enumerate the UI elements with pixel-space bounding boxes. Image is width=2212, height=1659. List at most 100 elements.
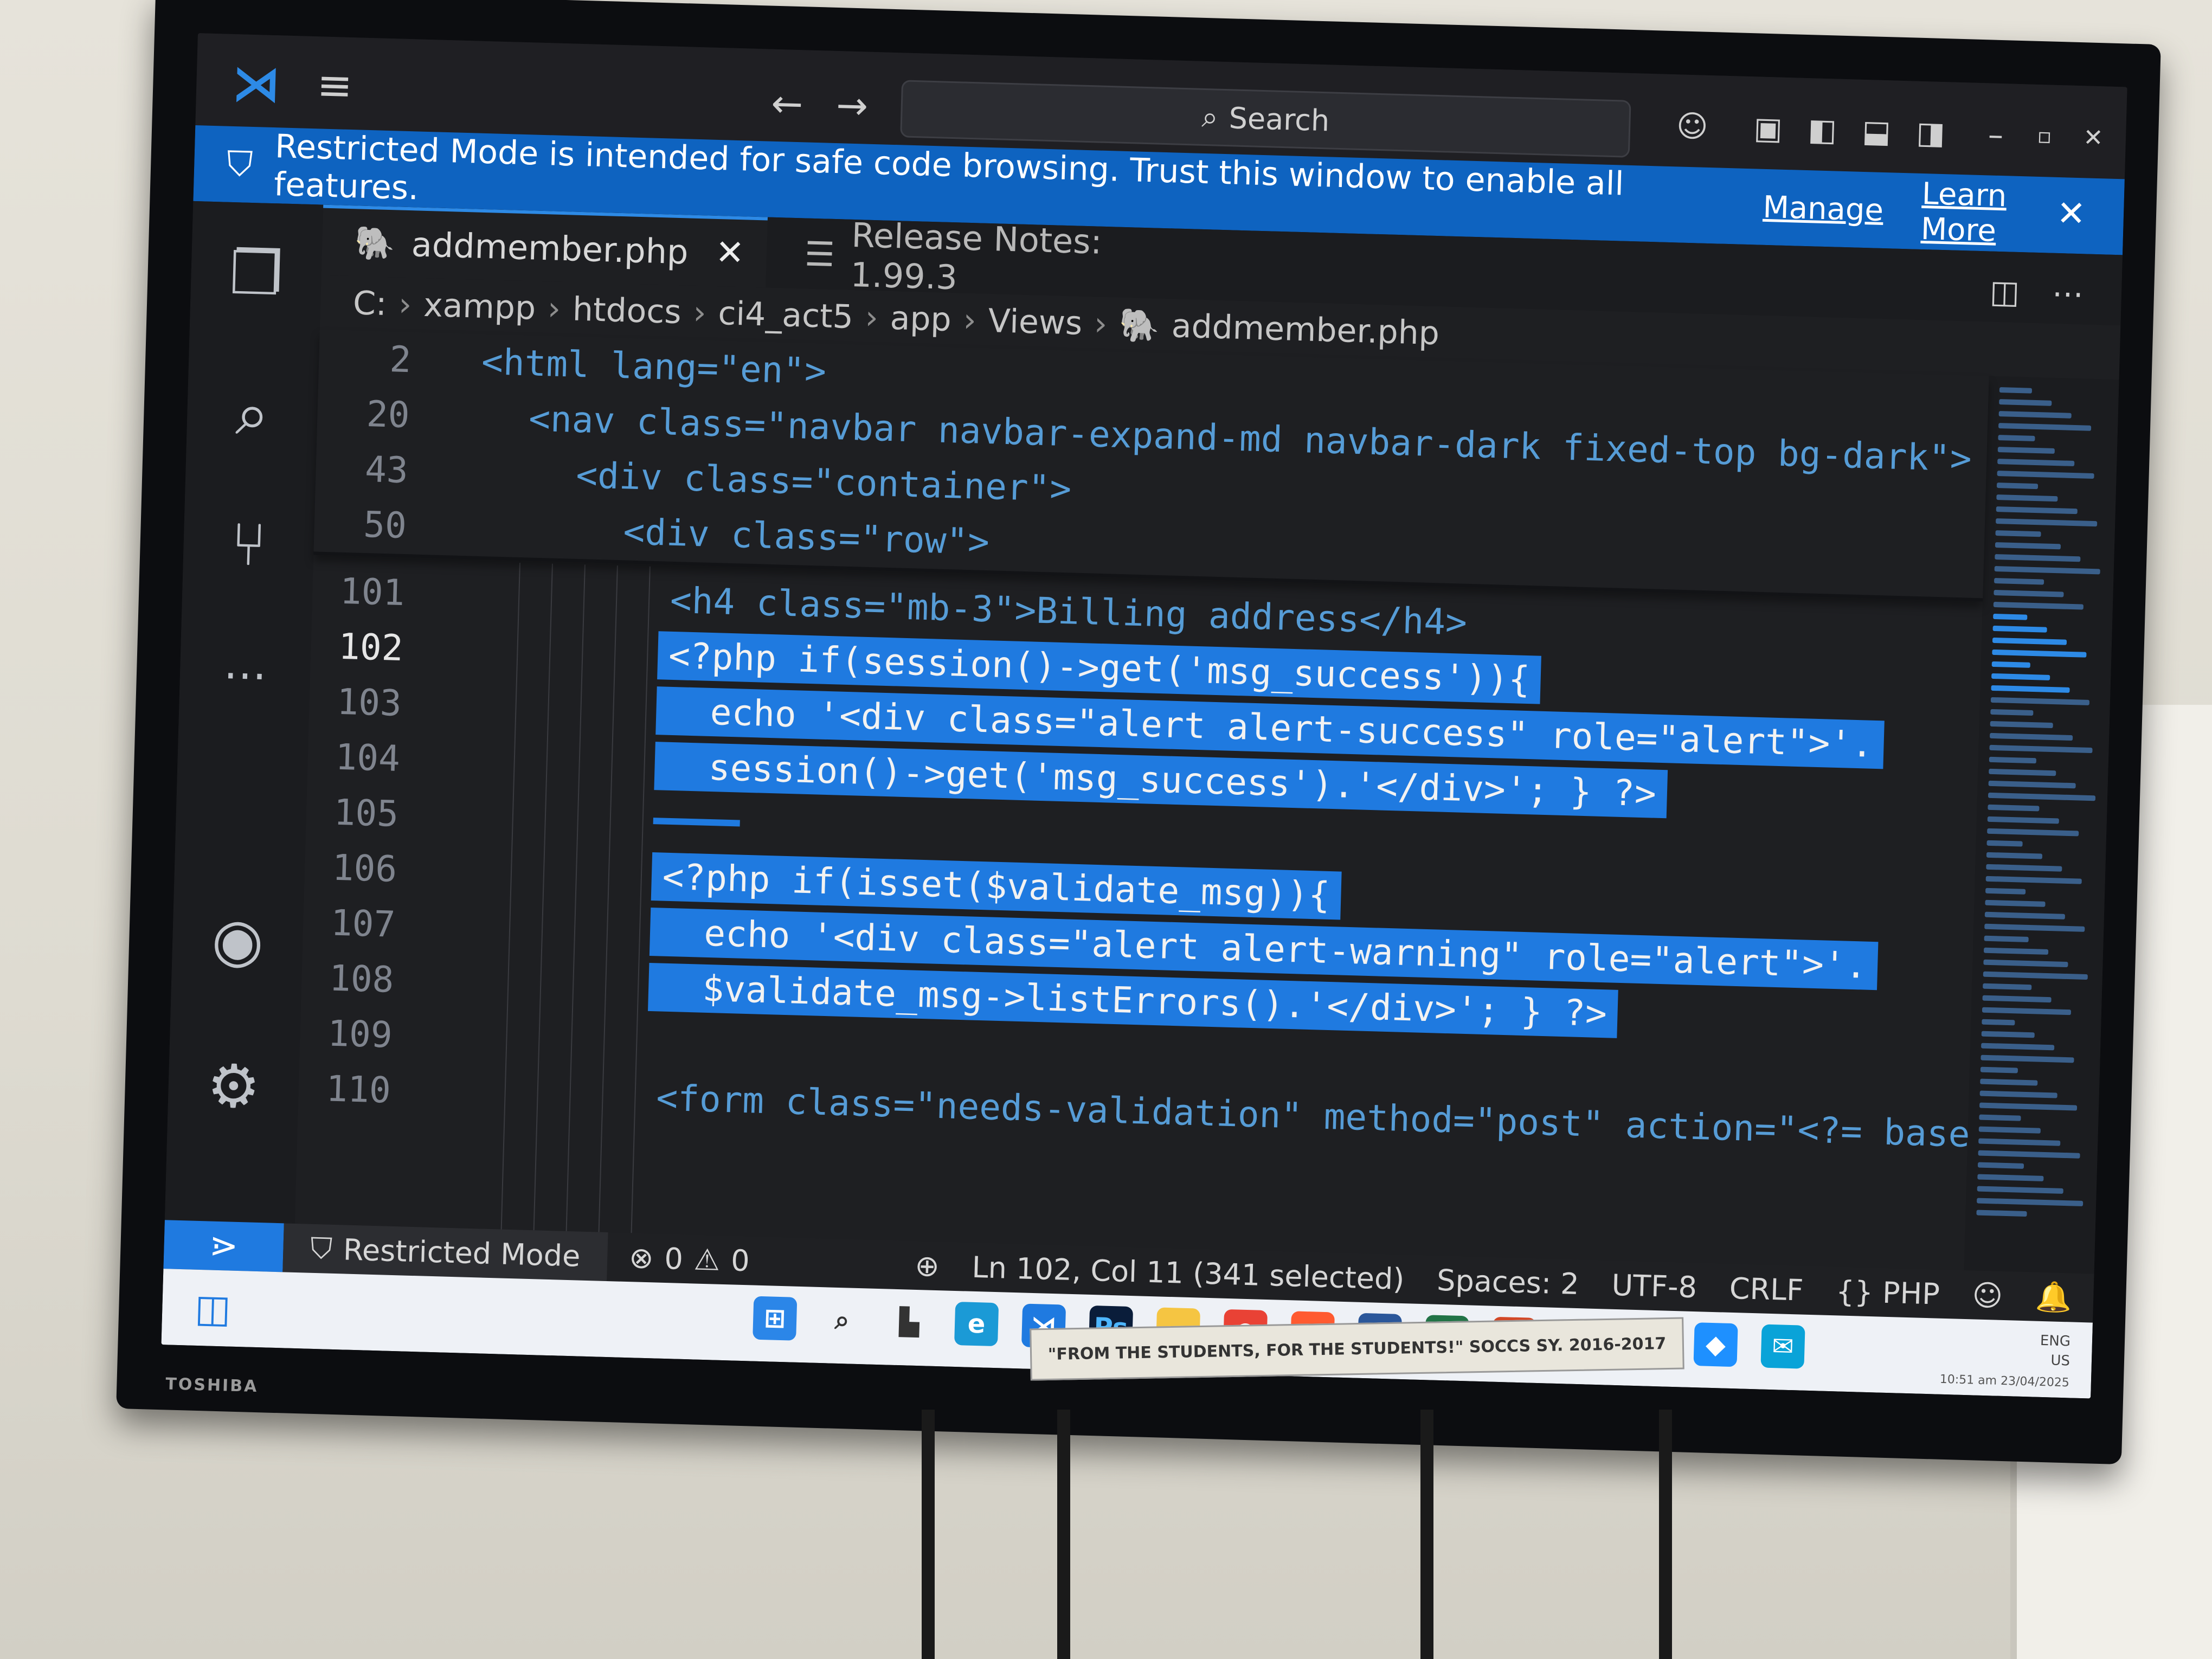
minimap-line (1985, 899, 2046, 907)
minimap-line (1977, 1174, 2044, 1181)
minimap-line (1988, 804, 2040, 812)
tab-label: addmember.php (411, 224, 689, 272)
minimize-icon[interactable]: – (1973, 113, 2018, 157)
cursor-position[interactable]: Ln 102, Col 11 (341 selected) (972, 1250, 1405, 1296)
minimap-line (1986, 840, 2023, 847)
error-count: 0 (664, 1241, 684, 1276)
minimap-line (1990, 732, 2073, 741)
messaging-app-icon[interactable]: ✉ (1760, 1324, 1805, 1369)
minimap-line (1998, 423, 2092, 431)
tab-release-notes[interactable]: ☰ Release Notes: 1.99.3 (766, 215, 1212, 300)
minimap-line (1990, 721, 2053, 729)
minimap-line (1995, 530, 2041, 537)
breadcrumb-item[interactable]: app (890, 299, 952, 339)
more-actions-icon[interactable]: ⋯ (2052, 275, 2084, 313)
minimap[interactable] (1964, 376, 2119, 1274)
restricted-mode-status[interactable]: ⛉ Restricted Mode (282, 1223, 608, 1282)
language-mode[interactable]: {} PHP (1835, 1274, 1940, 1311)
system-tray[interactable]: ENG US (2039, 1331, 2071, 1371)
chevron-right-icon: › (864, 298, 879, 337)
line-number: 104 (335, 736, 401, 780)
indentation[interactable]: Spaces: 2 (1436, 1263, 1579, 1301)
close-tab-icon[interactable]: ✕ (715, 233, 745, 273)
error-icon: ⊗ (628, 1240, 654, 1275)
copilot-icon[interactable]: ☺ (1670, 104, 1714, 149)
search-activity-icon[interactable]: ⌕ (214, 375, 292, 453)
end-of-line[interactable]: CRLF (1729, 1271, 1804, 1307)
problems-status[interactable]: ⊗ 0 ⚠ 0 (607, 1240, 771, 1278)
settings-gear-icon[interactable]: ⚙ (195, 1047, 273, 1126)
toggle-panel-icon[interactable]: ⬓ (1854, 109, 1899, 153)
code-text: <div class="container"> (575, 454, 1072, 510)
command-center-search[interactable]: ⌕ Search (900, 80, 1631, 158)
clock[interactable]: 10:51 am 23/04/2025 (1939, 1373, 2069, 1390)
chevron-right-icon: › (1094, 305, 1108, 344)
hamburger-menu-icon[interactable]: ≡ (310, 61, 359, 111)
search-taskbar-icon[interactable]: ⌕ (820, 1298, 864, 1342)
breadcrumb-item[interactable]: ci4_act5 (718, 294, 854, 336)
split-editor-icon[interactable]: ◫ (1989, 273, 2020, 311)
edge-icon[interactable]: e (954, 1301, 999, 1347)
minimap-line (1990, 697, 2090, 705)
encoding[interactable]: UTF-8 (1611, 1268, 1697, 1304)
breadcrumb-item[interactable]: Views (988, 302, 1083, 343)
zoom-icon[interactable]: ⊕ (915, 1248, 940, 1283)
line-number: 20 (365, 393, 410, 436)
minimap-line (1991, 685, 2070, 693)
breadcrumb-item[interactable]: C: (352, 284, 387, 323)
breadcrumb-item[interactable]: xampp (423, 286, 536, 327)
task-view-icon[interactable]: ▙ (887, 1300, 931, 1345)
remote-indicator-icon[interactable]: ⋗ (163, 1220, 284, 1272)
line-number: 101 (339, 570, 406, 614)
toggle-secondary-sidebar-icon[interactable]: ◨ (1908, 111, 1953, 155)
restricted-mode-label: Restricted Mode (343, 1232, 581, 1274)
manage-link[interactable]: Manage (1763, 189, 1884, 228)
close-banner-icon[interactable]: ✕ (2056, 194, 2086, 234)
minimap-line (1993, 601, 2084, 610)
more-views-icon[interactable]: ⋯ (206, 635, 284, 713)
notifications-bell-icon[interactable]: 🔔 (2035, 1279, 2072, 1315)
code-editor[interactable]: 2 <html lang="en"> 20 <nav class="navbar na… (294, 329, 2121, 1270)
copilot-status-icon[interactable]: ☺ (1972, 1278, 2003, 1313)
php-file-icon: 🐘 (1118, 306, 1160, 345)
line-number: 50 (363, 503, 407, 546)
minimap-line (1991, 673, 2050, 680)
line-number: 105 (333, 791, 400, 835)
maximize-icon[interactable]: ▫ (2022, 114, 2067, 158)
chevron-right-icon: › (398, 285, 413, 324)
minimap-line (1982, 1019, 2015, 1026)
accounts-icon[interactable]: ◉ (198, 901, 276, 979)
breadcrumb-item[interactable]: htdocs (572, 291, 681, 332)
line-number: 106 (331, 846, 398, 890)
minimap-line (1983, 971, 2088, 980)
cable (1659, 1410, 1672, 1659)
code-text: <div class="row"> (622, 510, 990, 563)
forward-arrow-icon[interactable]: → (830, 83, 874, 128)
cable (1057, 1410, 1070, 1659)
chevron-right-icon: › (692, 293, 707, 332)
minimap-line (1983, 947, 2049, 955)
minimap-line (1998, 411, 2072, 419)
minimap-line (1981, 1043, 2055, 1051)
source-control-icon[interactable]: ⑂ (210, 505, 288, 583)
warning-count: 0 (730, 1243, 750, 1278)
minimap-line (1989, 744, 2093, 754)
minimap-line (1985, 888, 2026, 895)
editor-actions: ◫ ⋯ (1989, 273, 2084, 313)
widgets-icon[interactable]: ◫ (194, 1286, 231, 1332)
toggle-primary-sidebar-icon[interactable]: ◧ (1800, 108, 1844, 152)
tab-addmember[interactable]: 🐘 addmember.php ✕ (321, 204, 768, 288)
minimap-line (1980, 1054, 2074, 1063)
release-notes-icon: ☰ (804, 233, 835, 274)
windows-start-icon[interactable]: ⊞ (753, 1296, 798, 1341)
customize-layout-icon[interactable]: ▣ (1746, 106, 1790, 151)
close-window-icon[interactable]: ✕ (2071, 115, 2115, 160)
breadcrumb-item[interactable]: addmember.php (1171, 307, 1440, 352)
line-number: 2 (389, 338, 412, 381)
tv-brand-label: TOSHIBA (165, 1374, 259, 1397)
warning-icon: ⚠ (693, 1242, 721, 1277)
back-arrow-icon[interactable]: ← (765, 81, 809, 127)
explorer-icon[interactable]: ❐ (217, 234, 295, 312)
app-icon[interactable]: ◆ (1693, 1322, 1738, 1367)
sticky-scroll[interactable]: 2 <html lang="en"> 20 <nav class="navbar na… (313, 329, 1989, 602)
